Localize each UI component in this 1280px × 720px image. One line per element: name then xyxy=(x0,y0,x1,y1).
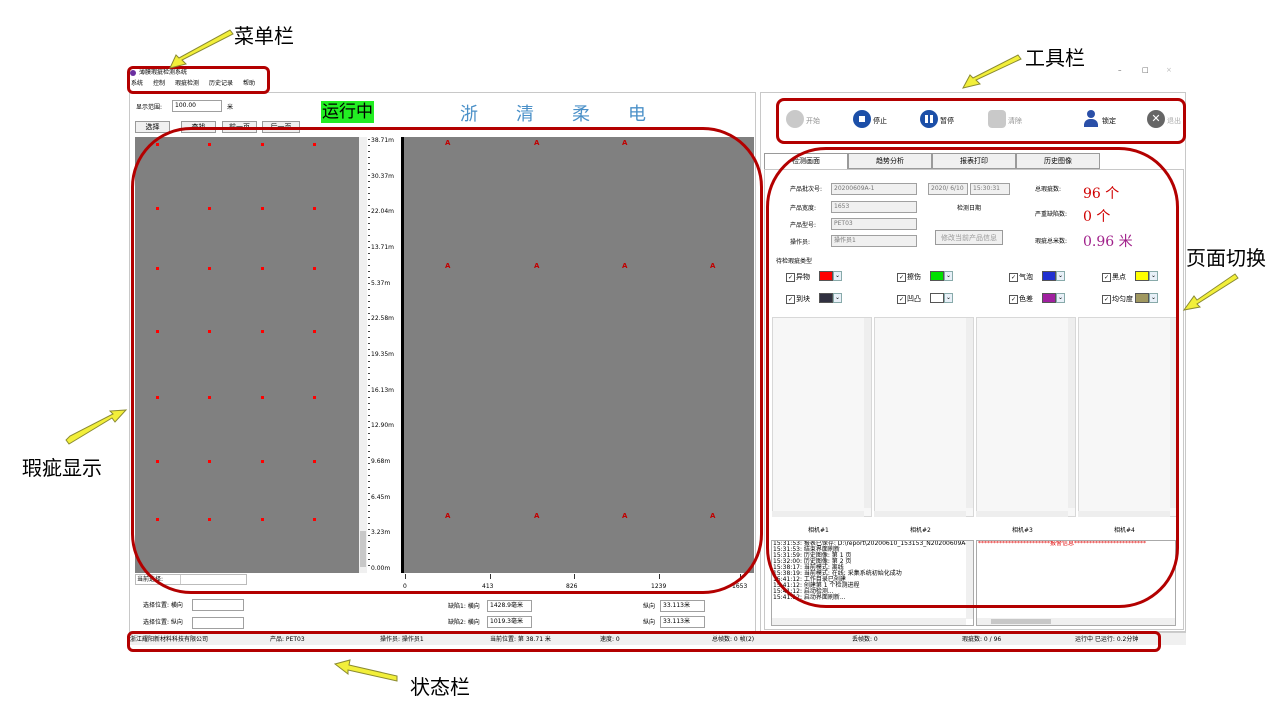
arrow-page xyxy=(1182,273,1239,311)
annotation-defect-display: 瑕疵显示 xyxy=(22,456,102,480)
arrow-toolbar xyxy=(962,54,1022,89)
annotation-page-switch: 页面切换 xyxy=(1186,246,1266,270)
arrow-defect xyxy=(65,409,128,445)
arrow-menu xyxy=(169,29,234,69)
annotation-status-bar: 状态栏 xyxy=(410,675,470,699)
annotation-arrows xyxy=(65,29,1239,682)
annotation-menu-bar: 菜单栏 xyxy=(234,24,294,48)
annotation-toolbar: 工具栏 xyxy=(1025,46,1085,70)
arrow-status xyxy=(333,659,398,682)
